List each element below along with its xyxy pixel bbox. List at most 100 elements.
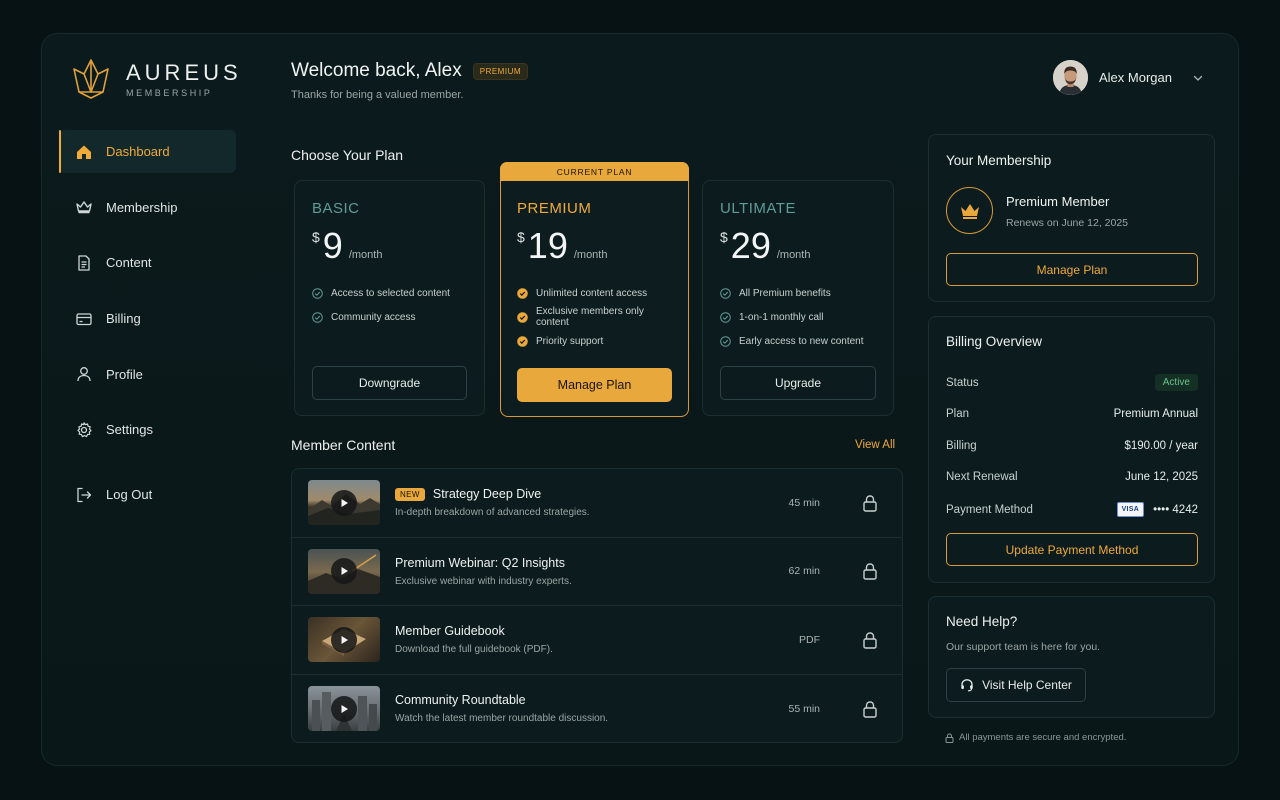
billing-amount-label: Billing bbox=[946, 440, 977, 452]
nav-item-dashboard[interactable]: Dashboard bbox=[59, 130, 236, 173]
check-icon bbox=[720, 335, 731, 347]
lock-icon bbox=[945, 732, 954, 743]
feature-item: All Premium benefits bbox=[720, 281, 876, 305]
content-subtitle: Exclusive webinar with industry experts. bbox=[395, 575, 572, 587]
price-period: /month bbox=[573, 249, 608, 261]
credit-card-icon bbox=[76, 312, 92, 325]
lock-icon[interactable] bbox=[862, 494, 878, 512]
current-plan-tag: CURRENT PLAN bbox=[500, 162, 689, 181]
plan-name: BASIC bbox=[312, 200, 360, 217]
billing-renewal-row: Next Renewal June 12, 2025 bbox=[946, 471, 1198, 483]
nav-item-logout[interactable]: Log Out bbox=[59, 473, 236, 516]
video-thumbnail[interactable] bbox=[308, 548, 380, 594]
price-amount: 19 bbox=[527, 225, 568, 266]
premium-badge: PREMIUM bbox=[472, 62, 529, 80]
manage-plan-button[interactable]: Manage Plan bbox=[946, 253, 1198, 286]
play-icon bbox=[341, 704, 348, 713]
price-amount: 9 bbox=[322, 225, 343, 266]
content-duration: 45 min bbox=[788, 496, 820, 509]
nav-item-profile[interactable]: Profile bbox=[59, 353, 236, 396]
billing-plan-value: Premium Annual bbox=[1113, 408, 1198, 420]
gear-icon bbox=[77, 422, 92, 438]
nav-label-settings: Settings bbox=[106, 422, 153, 438]
billing-plan-row: Plan Premium Annual bbox=[946, 408, 1198, 420]
feature-item: Early access to new content bbox=[720, 329, 876, 353]
video-thumbnail[interactable] bbox=[308, 686, 380, 732]
lock-icon[interactable] bbox=[862, 700, 878, 718]
billing-renewal-value: June 12, 2025 bbox=[1125, 471, 1198, 483]
feature-text: Early access to new content bbox=[739, 335, 864, 347]
price-amount: 29 bbox=[730, 225, 771, 266]
secure-text: All payments are secure and encrypted. bbox=[959, 732, 1127, 743]
manage-plan-button[interactable]: Manage Plan bbox=[517, 368, 672, 402]
price-currency: $ bbox=[517, 229, 525, 245]
plan-price: $ 9 /month bbox=[312, 225, 467, 266]
content-row[interactable]: Premium Webinar: Q2 Insights Exclusive w… bbox=[292, 538, 902, 606]
plan-name: PREMIUM bbox=[517, 200, 592, 217]
crown-icon bbox=[76, 201, 92, 214]
feature-list: All Premium benefits 1-on-1 monthly call… bbox=[720, 281, 876, 353]
user-menu[interactable]: Alex Morgan bbox=[1053, 60, 1204, 95]
feature-list: Unlimited content access Exclusive membe… bbox=[517, 281, 672, 353]
content-subtitle: Watch the latest member roundtable discu… bbox=[395, 713, 609, 725]
help-subtitle: Our support team is here for you. bbox=[946, 641, 1101, 653]
nav-item-membership[interactable]: Membership bbox=[59, 186, 236, 229]
play-button[interactable] bbox=[331, 695, 357, 722]
view-all-link[interactable]: View All bbox=[855, 439, 895, 451]
price-currency: $ bbox=[720, 229, 728, 245]
billing-payment-label: Payment Method bbox=[946, 503, 1033, 516]
content-row[interactable]: NEW Strategy Deep Dive In-depth breakdown… bbox=[292, 469, 902, 538]
nav-item-content[interactable]: Content bbox=[59, 241, 236, 284]
brand-logo[interactable]: AUREUS MEMBERSHIP bbox=[72, 58, 242, 100]
feature-item: Community access bbox=[312, 305, 467, 329]
welcome-header: Welcome back, Alex PREMIUM bbox=[291, 60, 529, 82]
play-button[interactable] bbox=[331, 626, 357, 653]
crown-icon bbox=[960, 203, 979, 219]
help-card: Need Help? Our support team is here for … bbox=[928, 596, 1215, 718]
content-duration: 62 min bbox=[788, 565, 820, 578]
help-card-title: Need Help? bbox=[946, 614, 1018, 629]
lock-icon[interactable] bbox=[862, 562, 878, 580]
content-row[interactable]: Member Guidebook Download the full guide… bbox=[292, 606, 902, 675]
nav-item-settings[interactable]: Settings bbox=[59, 408, 236, 451]
feature-text: All Premium benefits bbox=[739, 287, 831, 299]
avatar[interactable] bbox=[1053, 60, 1088, 95]
visit-help-center-button[interactable]: Visit Help Center bbox=[946, 668, 1086, 702]
plan-price: $ 29 /month bbox=[720, 225, 876, 266]
user-photo-icon bbox=[1053, 60, 1088, 95]
content-subtitle: In-depth breakdown of advanced strategie… bbox=[395, 507, 590, 519]
nav-label-profile: Profile bbox=[106, 366, 143, 382]
logout-icon bbox=[77, 487, 92, 503]
feature-item: 1-on-1 monthly call bbox=[720, 305, 876, 329]
content-row[interactable]: Community Roundtable Watch the latest me… bbox=[292, 675, 902, 743]
user-name: Alex Morgan bbox=[1099, 70, 1172, 85]
video-thumbnail[interactable] bbox=[308, 480, 380, 526]
guidebook-thumbnail[interactable] bbox=[308, 617, 380, 663]
price-period: /month bbox=[348, 249, 383, 261]
nav-label-logout: Log Out bbox=[106, 487, 153, 503]
plan-card-premium: CURRENT PLAN PREMIUM $ 19 /month Unlimit… bbox=[500, 162, 689, 417]
welcome-subtitle: Thanks for being a valued member. bbox=[291, 89, 464, 101]
check-icon bbox=[720, 287, 731, 299]
feature-text: Unlimited content access bbox=[536, 287, 648, 299]
secure-payments-note: All payments are secure and encrypted. bbox=[945, 732, 1126, 743]
crown-logo-icon bbox=[73, 59, 109, 99]
nav-label-billing: Billing bbox=[106, 311, 141, 327]
home-icon bbox=[77, 145, 91, 159]
membership-name: Premium Member bbox=[1006, 194, 1110, 209]
nav-item-billing[interactable]: Billing bbox=[59, 297, 236, 340]
chevron-down-icon[interactable] bbox=[1192, 72, 1204, 84]
content-title: Community Roundtable bbox=[395, 693, 526, 708]
downgrade-button[interactable]: Downgrade bbox=[312, 366, 467, 400]
upgrade-button[interactable]: Upgrade bbox=[720, 366, 876, 400]
lock-icon[interactable] bbox=[862, 631, 878, 649]
price-currency: $ bbox=[312, 229, 320, 245]
play-button[interactable] bbox=[331, 489, 357, 516]
feature-text: Exclusive members only content bbox=[536, 306, 644, 328]
update-payment-button[interactable]: Update Payment Method bbox=[946, 533, 1198, 566]
nav-label-membership: Membership bbox=[106, 199, 178, 215]
brand-title: AUREUS bbox=[126, 60, 242, 85]
membership-card-title: Your Membership bbox=[946, 153, 1052, 168]
membership-renewal: Renews on June 12, 2025 bbox=[1006, 217, 1129, 229]
feature-item: Unlimited content access bbox=[517, 281, 672, 305]
